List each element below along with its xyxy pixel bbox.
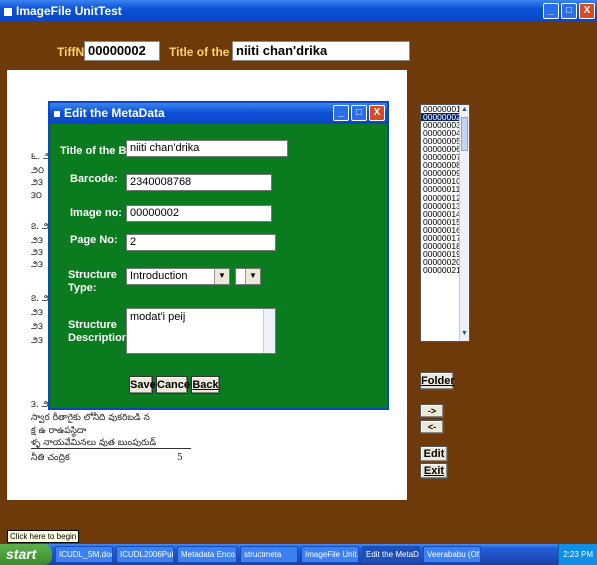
taskbar: start ICUDL_SM.doc...ICUDL2006Pub...Meta… (0, 544, 597, 565)
back-button[interactable]: Back (191, 376, 220, 394)
window-title: ImageFile UnitTest (16, 4, 122, 18)
document-page-number: 5 (177, 453, 183, 463)
tiffno-field[interactable]: 00000002 (84, 41, 160, 61)
taskbar-item[interactable]: structmeta (240, 546, 298, 563)
document-text-line: ౨౩ (31, 236, 43, 246)
cancel-button[interactable]: Cancel (156, 376, 193, 394)
dlg-title-input[interactable]: niiti chan'drika (126, 140, 288, 157)
document-text-line: నీతి చంద్రిక (31, 453, 70, 463)
dialog-maximize-icon[interactable]: □ (351, 105, 367, 121)
scroll-down-icon[interactable]: ▼ (460, 330, 469, 340)
structure-subtype-select[interactable]: ▼ (235, 268, 261, 285)
next-button[interactable]: -> (420, 404, 444, 418)
document-text-line: ౨౩ (31, 260, 43, 270)
taskbar-item[interactable]: ICUDL_SM.doc... (55, 546, 113, 563)
taskbar-item[interactable]: ICUDL2006Pub... (116, 546, 174, 563)
dialog-title: Edit the MetaData (64, 106, 165, 120)
document-text-line: ౨౩ (31, 308, 43, 318)
document-text-line: ౩౦ (31, 191, 42, 201)
dialog-app-icon (54, 110, 60, 117)
structure-desc-textarea[interactable]: modat'i peij (126, 308, 276, 354)
structure-type-select[interactable]: Introduction ▼ (126, 268, 230, 285)
folder-button[interactable]: Folder (420, 372, 455, 390)
structure-type-label-1: Structure (68, 269, 117, 281)
taskbar-item[interactable]: ImageFile Unit... (301, 546, 359, 563)
main-window-titlebar: ImageFile UnitTest _ □ X (0, 0, 597, 22)
app-icon (4, 7, 12, 16)
clock: 2:23 PM (558, 544, 597, 565)
scroll-up-icon[interactable]: ▲ (460, 106, 469, 116)
dialog-minimize-icon[interactable]: _ (333, 105, 349, 121)
start-button[interactable]: start (0, 544, 52, 565)
page-no-label: Page No: (70, 234, 118, 246)
structure-type-value: Introduction (130, 270, 188, 282)
document-text-line: క్ష ఉ రాఉపస్థిదా (31, 426, 87, 436)
exit-button[interactable]: Exit (420, 463, 448, 479)
chevron-down-icon[interactable]: ▼ (214, 269, 229, 284)
maximize-icon[interactable]: □ (561, 3, 577, 19)
document-text-line: ౨౩ (31, 248, 43, 258)
taskbar-item[interactable]: Edit the MetaD... (362, 546, 420, 563)
image-file-list[interactable]: 00000001 00000002 00000003 00000004 00000005… (420, 104, 470, 342)
structure-desc-label-2: Description: (68, 332, 133, 344)
book-title-field[interactable]: niiti chan'drika (232, 41, 410, 61)
edit-button[interactable]: Edit (420, 446, 448, 462)
structure-desc-value: modat'i peij (130, 311, 186, 323)
edit-metadata-dialog: Edit the MetaData _ □ X Title of the Boo… (48, 101, 389, 410)
document-text-line: ౨౩ (31, 178, 43, 188)
structure-type-label-2: Type: (68, 282, 97, 294)
minimize-icon[interactable]: _ (543, 3, 559, 19)
image-no-label: Image no: (70, 207, 122, 219)
prev-button[interactable]: <- (420, 420, 444, 434)
page-no-input[interactable]: 2 (126, 234, 276, 251)
start-tooltip: Click here to begin (7, 530, 80, 543)
textarea-scrollbar[interactable] (263, 309, 275, 353)
scroll-thumb[interactable] (461, 117, 468, 151)
taskbar-item[interactable]: Metadata Enco... (177, 546, 237, 563)
document-text-line: ౨౩ (31, 336, 43, 346)
dialog-titlebar: Edit the MetaData _ □ X (50, 103, 387, 124)
barcode-input[interactable]: 2340008768 (126, 174, 272, 191)
barcode-label: Barcode: (70, 173, 118, 185)
close-icon[interactable]: X (579, 3, 595, 19)
document-text-line: ౨౦ (31, 166, 45, 176)
document-rule (31, 448, 191, 449)
dialog-close-icon[interactable]: X (369, 105, 385, 121)
structure-desc-label-1: Structure (68, 319, 117, 331)
save-button[interactable]: Save (129, 376, 156, 394)
taskbar-item[interactable]: Veerababu (Of... (423, 546, 481, 563)
image-no-input[interactable]: 00000002 (126, 205, 272, 222)
document-text-line: స్వార రీతాగైకు లోనీది వుకరిబడి న (31, 413, 150, 423)
document-text-line: ౨౩ (31, 322, 43, 332)
list-scrollbar[interactable]: ▲ ▼ (459, 105, 469, 341)
chevron-down-icon[interactable]: ▼ (245, 269, 260, 284)
